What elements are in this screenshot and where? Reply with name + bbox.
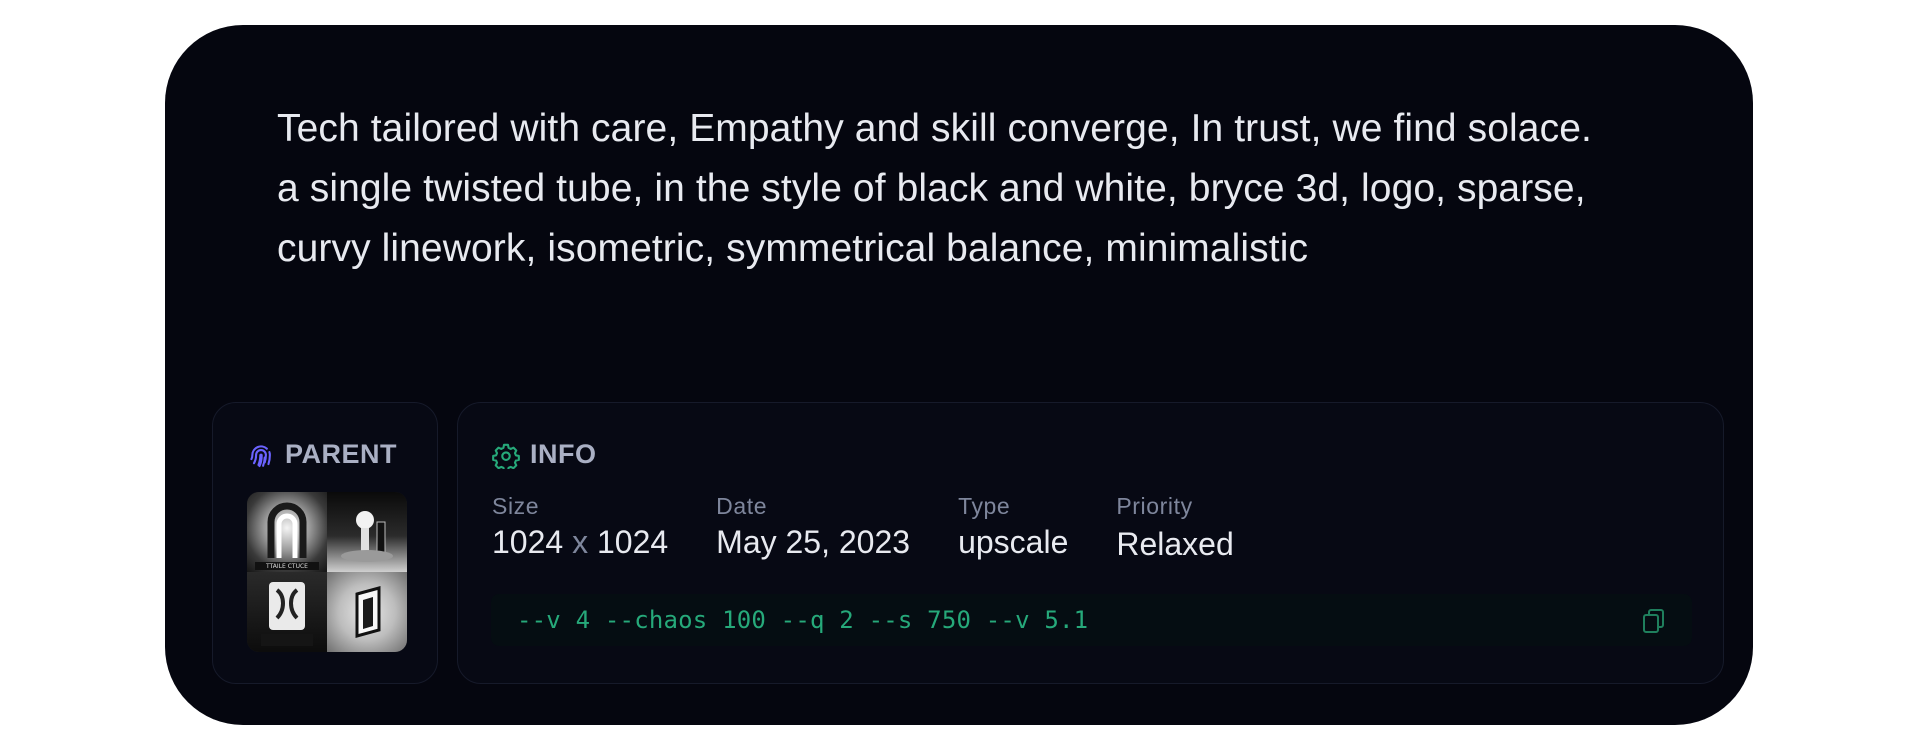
prompt-line: curvy linework, isometric, symmetrical b… xyxy=(277,227,1309,270)
parent-header: PARENT xyxy=(247,439,397,470)
info-header: INFO xyxy=(492,439,597,470)
thumbnail-tile xyxy=(247,572,327,652)
priority-value: Relaxed xyxy=(1116,526,1234,562)
parent-title: PARENT xyxy=(285,439,398,469)
size-width: 1024 xyxy=(492,524,564,560)
date-value: May 25, 2023 xyxy=(716,524,911,560)
date-label: Date xyxy=(716,493,768,519)
parent-thumbnail[interactable]: TTAILE CTUCE xyxy=(247,492,407,652)
type-field: Type upscale xyxy=(958,493,1068,564)
priority-label: Priority xyxy=(1116,493,1193,519)
info-panel: INFO Size 1024 x 1024 Date May 25, 2023 … xyxy=(457,402,1724,684)
command-box: --v 4 --chaos 100 --q 2 --s 750 --v 5.1 xyxy=(491,594,1692,646)
gear-icon xyxy=(492,443,520,469)
fingerprint-icon xyxy=(250,444,271,467)
prompt-line: a single twisted tube, in the style of b… xyxy=(277,167,1586,210)
thumbnail-tile xyxy=(327,572,407,652)
size-height: 1024 xyxy=(596,524,669,560)
prompt-text: Tech tailored with care, Empathy and ski… xyxy=(277,99,1677,279)
parent-panel: PARENT TTAILE CTUCE xyxy=(212,402,438,684)
command-text: --v 4 --chaos 100 --q 2 --s 750 --v 5.1 xyxy=(517,606,1089,634)
thumbnail-caption: TTAILE CTUCE xyxy=(265,563,308,570)
size-field: Size 1024 x 1024 xyxy=(492,493,668,564)
size-label: Size xyxy=(492,493,540,519)
date-field: Date May 25, 2023 xyxy=(716,493,910,564)
info-title: INFO xyxy=(530,439,597,469)
copy-icon[interactable] xyxy=(1642,608,1666,634)
prompt-line: Tech tailored with care, Empathy and ski… xyxy=(277,107,1592,150)
thumbnail-tile xyxy=(327,492,407,572)
size-separator: x xyxy=(572,524,589,560)
priority-field: Priority Relaxed xyxy=(1116,493,1233,564)
prompt-card: Tech tailored with care, Empathy and ski… xyxy=(165,25,1753,725)
type-label: Type xyxy=(958,493,1011,519)
info-fields: Size 1024 x 1024 Date May 25, 2023 Type … xyxy=(492,493,1282,564)
size-value: 1024 x 1024 xyxy=(492,522,668,562)
thumbnail-tile: TTAILE CTUCE xyxy=(247,492,327,572)
type-value: upscale xyxy=(958,524,1069,560)
